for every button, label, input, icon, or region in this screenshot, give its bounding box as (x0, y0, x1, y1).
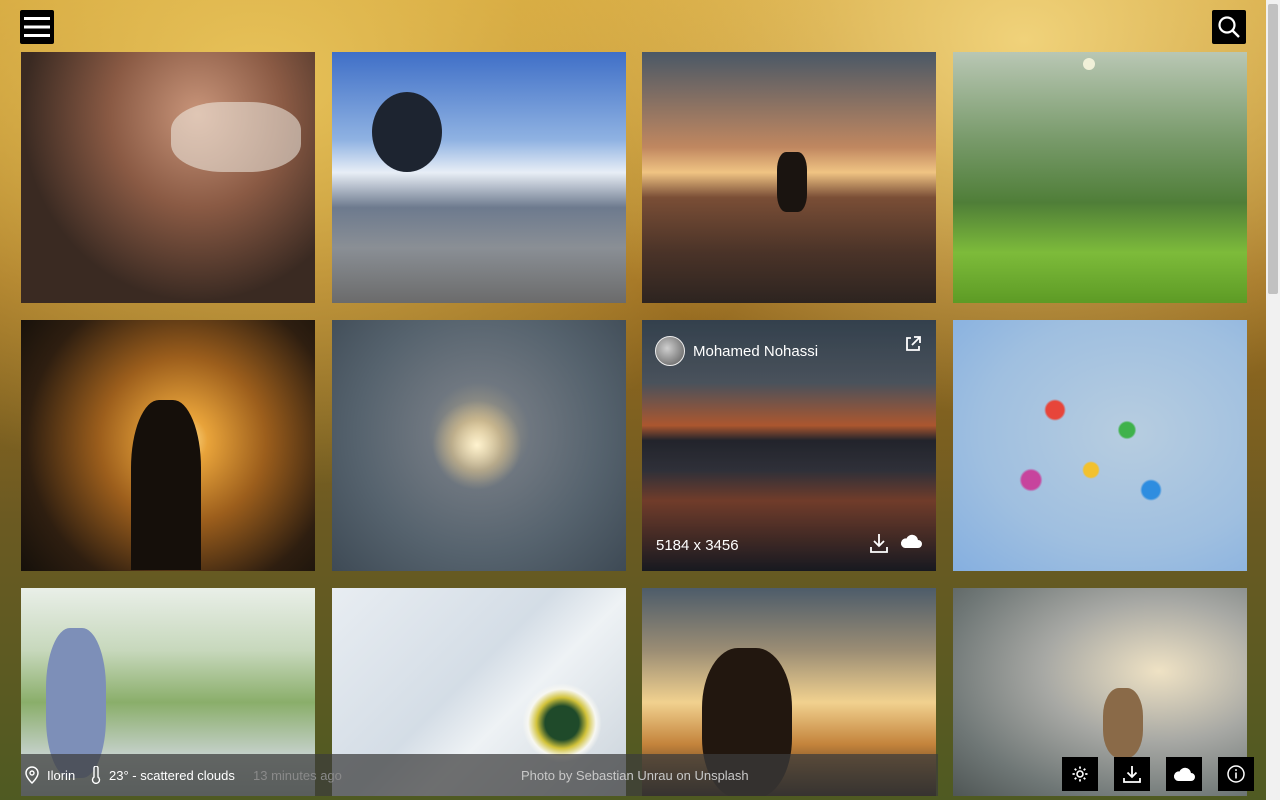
photo-tile-active[interactable]: Mohamed Nohassi 5184 x 3456 (642, 320, 936, 571)
photo-dimensions: 5184 x 3456 (656, 537, 739, 554)
tile-actions (870, 533, 922, 553)
action-bar (1062, 757, 1254, 791)
photo-tile[interactable] (21, 320, 315, 571)
info-icon (1227, 765, 1245, 783)
cloud-icon[interactable] (900, 533, 922, 553)
search-button[interactable] (1212, 10, 1246, 44)
photo-tile[interactable] (332, 320, 626, 571)
hamburger-icon (24, 17, 50, 37)
location[interactable]: Ilorin (21, 766, 75, 784)
photo-tile[interactable] (332, 52, 626, 303)
location-label: Ilorin (47, 767, 76, 783)
photo-grid: Mohamed Nohassi 5184 x 3456 (21, 52, 1248, 796)
search-icon (1218, 16, 1240, 38)
scrollbar-thumb[interactable] (1268, 4, 1278, 294)
author-name: Mohamed Nohassi (693, 342, 819, 360)
download-icon (1123, 766, 1141, 783)
last-updated: 13 minutes ago (253, 768, 342, 783)
settings-button[interactable] (1062, 757, 1098, 791)
photo-tile[interactable] (953, 52, 1247, 303)
photo-tile[interactable] (21, 52, 315, 303)
gear-icon (1072, 766, 1088, 782)
weather: 23° - scattered clouds (91, 766, 235, 784)
photo-author[interactable]: Mohamed Nohassi (655, 336, 818, 366)
cloud-button[interactable] (1166, 757, 1202, 791)
location-pin-icon (25, 766, 39, 784)
app-frame: Mohamed Nohassi 5184 x 3456 Ilorin 23° -… (0, 0, 1266, 800)
avatar (655, 336, 685, 366)
photo-tile[interactable] (642, 52, 936, 303)
vertical-scrollbar[interactable] (1266, 0, 1280, 800)
photo-credit[interactable]: Photo by Sebastian Unrau on Unsplash (521, 768, 749, 783)
photo-tile[interactable] (953, 320, 1247, 571)
weather-label: 23° - scattered clouds (109, 767, 235, 783)
info-button[interactable] (1218, 757, 1254, 791)
menu-button[interactable] (20, 10, 54, 44)
cloud-icon (1173, 767, 1195, 781)
external-link-icon[interactable] (904, 335, 922, 358)
download-icon[interactable] (870, 533, 888, 553)
download-button[interactable] (1114, 757, 1150, 791)
thermometer-icon (91, 766, 101, 784)
status-bar: Ilorin 23° - scattered clouds 13 minutes… (21, 754, 938, 796)
